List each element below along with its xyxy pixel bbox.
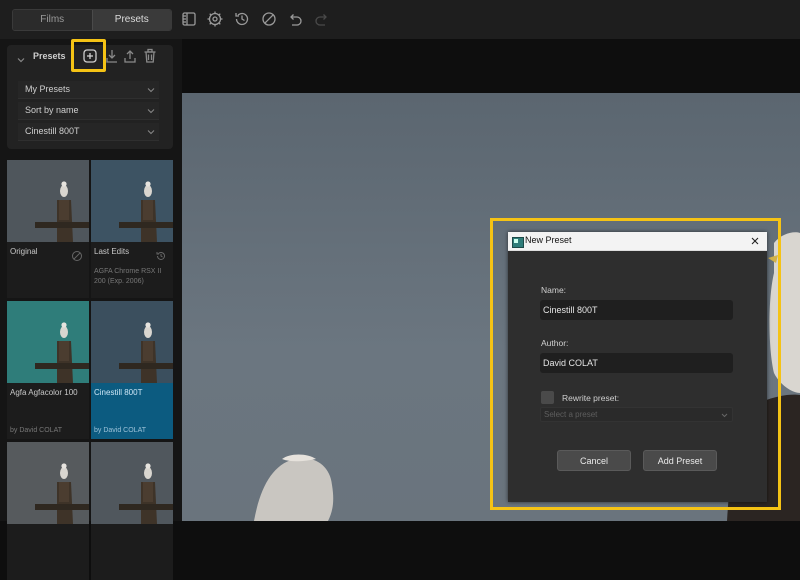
sort-value: Sort by name [25, 105, 79, 115]
preset-thumbnail-name: Last Edits [94, 247, 130, 256]
preset-thumbnail-author: AGFA Chrome RSX II 200 (Exp. 2006) [94, 268, 162, 285]
current-preset-dropdown[interactable]: Cinestill 800T [18, 123, 159, 141]
history-icon[interactable] [233, 10, 251, 28]
chevron-down-icon [721, 413, 728, 418]
current-preset-value: Cinestill 800T [25, 126, 80, 136]
left-panel: Presets My Presets Sort by name Cinestil… [0, 39, 182, 580]
view-switcher: Films Presets [12, 9, 172, 31]
author-field[interactable]: David COLAT [540, 353, 733, 373]
history-icon[interactable] [155, 249, 167, 261]
preset-group-value: My Presets [25, 84, 71, 94]
preset-thumbnail[interactable]: Cinestill 800T by David COLAT [91, 301, 173, 439]
chevron-down-icon [147, 109, 155, 114]
trash-icon[interactable] [141, 47, 159, 65]
rewrite-preset-label: Rewrite preset: [562, 393, 620, 403]
sort-dropdown[interactable]: Sort by name [18, 102, 159, 120]
preset-thumbnail[interactable]: Agfa Agfacolor 100 by David COLAT [7, 301, 89, 439]
name-label: Name: [541, 285, 567, 295]
thumbnail-image [7, 442, 89, 524]
settings-icon[interactable] [206, 10, 224, 28]
dialog-title: New Preset [525, 235, 572, 245]
dialog-titlebar: New Preset [508, 232, 767, 251]
app-window-icon [512, 235, 524, 248]
collapse-chevron-icon[interactable] [15, 53, 27, 65]
thumbnail-image [7, 160, 89, 242]
preset-thumbnail-name: Original [10, 247, 38, 256]
top-toolbar: Films Presets [0, 0, 800, 39]
undo-icon[interactable] [286, 10, 304, 28]
close-icon[interactable] [749, 234, 761, 246]
add-preset-button[interactable]: Add Preset [643, 450, 717, 471]
presets-title: Presets [33, 51, 66, 61]
thumbnail-image [91, 301, 173, 383]
preset-thumbnail-author: by David COLAT [10, 427, 62, 434]
preset-thumbnail-name: Agfa Agfacolor 100 [10, 388, 78, 397]
preset-thumbnail-author: by David COLAT [94, 427, 146, 434]
thumbnail-image [91, 160, 173, 242]
new-preset-dialog: New Preset Name: Cinestill 800T Author: … [508, 232, 767, 502]
chevron-down-icon [147, 130, 155, 135]
layout-icon[interactable] [180, 10, 198, 28]
name-field[interactable]: Cinestill 800T [540, 300, 733, 320]
tab-films[interactable]: Films [13, 10, 92, 30]
chevron-down-icon [147, 88, 155, 93]
preset-thumbnail[interactable] [7, 442, 89, 580]
disable-icon[interactable] [71, 249, 83, 261]
preset-thumbnail[interactable]: Original [7, 160, 89, 298]
preset-thumbnail[interactable] [91, 442, 173, 580]
upload-icon[interactable] [121, 47, 139, 65]
cancel-button[interactable]: Cancel [557, 450, 631, 471]
add-preset-highlight [71, 39, 106, 72]
author-label: Author: [541, 338, 569, 348]
preset-thumbnail-name: Cinestill 800T [94, 388, 143, 397]
select-preset-dropdown[interactable]: Select a preset [540, 407, 733, 422]
thumbnail-image [91, 442, 173, 524]
preset-thumbnail[interactable]: Last Edits AGFA Chrome RSX II 200 (Exp. 2… [91, 160, 173, 298]
disable-icon[interactable] [260, 10, 278, 28]
select-preset-placeholder: Select a preset [544, 410, 598, 419]
preset-group-dropdown[interactable]: My Presets [18, 81, 159, 99]
thumbnail-image [7, 301, 89, 383]
redo-icon[interactable] [313, 10, 331, 28]
tab-presets[interactable]: Presets [91, 10, 171, 30]
rewrite-preset-checkbox[interactable] [541, 391, 554, 404]
